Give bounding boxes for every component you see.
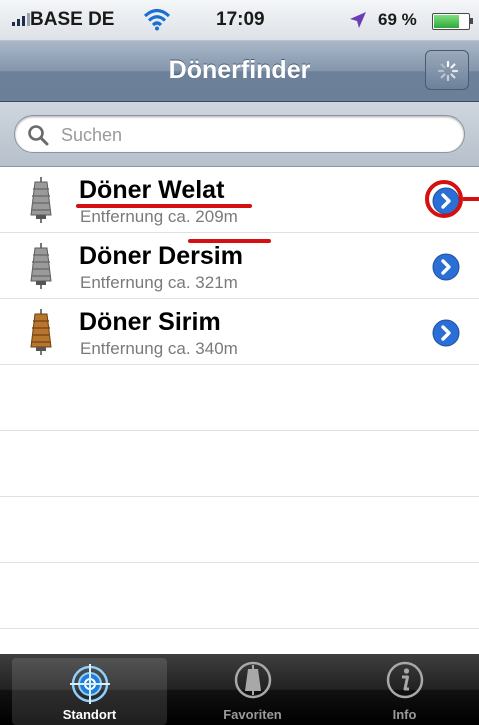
annotation-underline-name	[76, 204, 252, 208]
tab-bar: Standort Favoriten Info	[0, 654, 479, 725]
restaurant-distance: Entfernung ca. 340m	[80, 339, 238, 358]
signal-icon	[12, 13, 30, 26]
list-item[interactable]: Döner Dersim Entfernung ca. 321m	[0, 233, 479, 299]
empty-row	[0, 563, 479, 629]
tab-label: Info	[392, 707, 417, 722]
doner-brown-icon	[30, 309, 52, 355]
restaurant-distance: Entfernung ca. 321m	[80, 273, 238, 292]
empty-row	[0, 365, 479, 431]
restaurant-distance: Entfernung ca. 209m	[80, 207, 238, 226]
restaurant-name: Döner Dersim	[79, 242, 243, 270]
tab-info[interactable]: Info	[327, 654, 479, 725]
doner-list: Döner Welat Entfernung ca. 209m Döner De…	[0, 167, 479, 629]
status-bar: BASE DE 17:09 69 %	[0, 0, 479, 41]
restaurant-name: Döner Welat	[79, 176, 225, 204]
search-icon	[28, 125, 49, 146]
tab-standort[interactable]: Standort	[12, 658, 167, 725]
doner-favorite-icon	[234, 661, 271, 699]
search-bar	[0, 102, 479, 167]
navigation-bar: Dönerfinder	[0, 41, 479, 102]
refresh-button[interactable]	[425, 50, 469, 90]
list-item[interactable]: Döner Welat Entfernung ca. 209m	[0, 167, 479, 243]
battery-percent: 69 %	[378, 10, 417, 29]
disclosure-button[interactable]	[432, 253, 460, 281]
annotation-circle	[425, 180, 463, 218]
clock: 17:09	[216, 9, 265, 30]
annotation-pointer	[463, 197, 479, 201]
tab-favoriten[interactable]: Favoriten	[175, 654, 330, 725]
empty-row	[0, 497, 479, 563]
tab-label: Favoriten	[223, 707, 282, 722]
search-field[interactable]	[14, 115, 465, 153]
restaurant-name: Döner Sirim	[79, 308, 221, 336]
battery-icon	[432, 13, 473, 30]
list-item[interactable]: Döner Sirim Entfernung ca. 340m	[0, 299, 479, 365]
carrier-label: BASE DE	[30, 9, 115, 30]
info-icon	[386, 661, 423, 699]
page-title: Dönerfinder	[168, 56, 311, 84]
tab-label: Standort	[62, 707, 117, 722]
location-target-icon	[69, 664, 110, 704]
search-input[interactable]	[59, 122, 453, 148]
doner-gray-icon	[30, 177, 52, 223]
location-arrow-icon	[350, 12, 366, 28]
disclosure-button[interactable]	[432, 319, 460, 347]
wifi-icon	[143, 8, 171, 31]
empty-row	[0, 431, 479, 497]
doner-gray-icon	[30, 243, 52, 289]
activity-spinner-icon	[437, 60, 459, 82]
